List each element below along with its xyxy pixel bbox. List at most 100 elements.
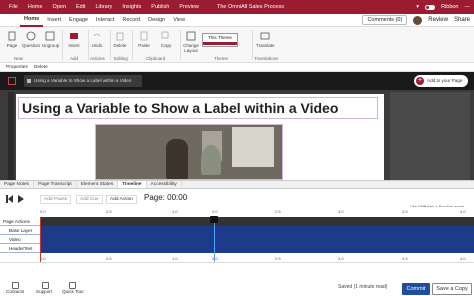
slide-title[interactable]: Using a Variable to Show a Label within …	[18, 97, 378, 119]
insert-icon	[70, 33, 78, 39]
delete-button[interactable]: Delete	[112, 31, 128, 48]
track-bar[interactable]	[40, 217, 474, 226]
group-translations: Translations	[254, 56, 279, 61]
tab-accessibility[interactable]: Accessibility	[147, 181, 182, 188]
track-header-text[interactable]: HeaderText	[0, 244, 474, 253]
page-time-readout: Page: 00:00	[144, 193, 188, 202]
group-theme: Theme	[214, 56, 229, 61]
contacts-icon[interactable]	[12, 282, 19, 289]
new-page-button[interactable]: Page	[4, 31, 20, 48]
tab-design[interactable]: Design	[144, 14, 169, 27]
tick-label: 0.0	[40, 209, 46, 214]
track-bar[interactable]	[40, 244, 474, 253]
tick-label: 4.0	[460, 209, 466, 214]
tick-label: 2.5	[275, 256, 281, 261]
save-copy-button[interactable]: Save a Copy	[432, 283, 472, 295]
comments-button[interactable]: Comments (0)	[362, 15, 408, 25]
contacts-link[interactable]: Contacts	[6, 289, 24, 294]
insert-button[interactable]: Insert	[66, 31, 82, 48]
play-icon[interactable]	[18, 195, 24, 203]
properties-button[interactable]: Properties	[6, 65, 28, 70]
tab-element-states[interactable]: Element States	[77, 181, 119, 188]
main-menu: File Home Open Edit Library Insights Pub…	[4, 0, 204, 14]
add-action-button[interactable]: Add Action	[106, 195, 137, 204]
saved-status: Saved (1 minute read)	[338, 284, 388, 290]
tab-view[interactable]: View	[169, 14, 189, 27]
quick-tour-link[interactable]: Quick Tour	[62, 289, 84, 294]
copy-label: Copy	[160, 43, 172, 48]
avatar[interactable]	[413, 15, 423, 25]
tick-label: 0.0	[40, 256, 46, 261]
tab-insert[interactable]: Insert	[43, 14, 65, 27]
video-element[interactable]	[95, 124, 283, 180]
tick-label: 3.5	[402, 209, 408, 214]
track-page-actions[interactable]: Page Actions	[0, 217, 474, 226]
track-video[interactable]: Video	[0, 235, 474, 244]
paste-label: Paste	[138, 43, 150, 48]
change-layout-button[interactable]: Change Layout	[182, 31, 200, 53]
chevron-down-icon[interactable]: ▾	[416, 4, 419, 10]
track-base-layer[interactable]: Base Layer	[0, 226, 474, 235]
theme-picker[interactable]: This Theme	[202, 33, 238, 47]
tab-engage[interactable]: Engage	[65, 14, 92, 27]
paste-button[interactable]: Paste	[136, 31, 152, 48]
tab-interact[interactable]: Interact	[92, 14, 118, 27]
group-new: New	[14, 56, 24, 61]
translate-icon	[260, 32, 270, 40]
copy-button[interactable]: Copy	[156, 31, 176, 48]
share-dropdown[interactable]: Share	[454, 17, 470, 23]
ribbon-tabs: Home Insert Engage Interact Record Desig…	[0, 14, 474, 27]
menu-publish[interactable]: Publish	[146, 0, 174, 14]
menu-home-icon[interactable]: File	[4, 0, 23, 14]
support-icon[interactable]	[42, 282, 49, 289]
rewind-arrow-icon[interactable]	[8, 195, 13, 203]
ungroup-label: Ungroup	[42, 43, 60, 48]
menu-edit[interactable]: Edit	[71, 0, 90, 14]
add-cue-button[interactable]: Add Cue	[76, 195, 103, 204]
track-bar[interactable]	[40, 235, 474, 244]
translate-button[interactable]: Translate	[256, 31, 275, 48]
menu-home[interactable]: Home	[23, 0, 48, 14]
commit-button[interactable]: Commit	[402, 283, 430, 295]
playhead-handle[interactable]	[210, 216, 218, 223]
tab-page-transcript[interactable]: Page Transcript	[34, 181, 77, 188]
menu-open[interactable]: Open	[48, 0, 71, 14]
video-frame-window	[232, 127, 274, 167]
ungroup-button[interactable]: Ungroup	[42, 31, 60, 48]
track-bar[interactable]	[40, 226, 474, 235]
menu-preview[interactable]: Preview	[174, 0, 204, 14]
review-dropdown[interactable]: Review	[428, 17, 448, 23]
tab-timeline[interactable]: Timeline	[118, 181, 147, 188]
add-pause-button[interactable]: Add Pause	[40, 195, 72, 204]
undo-icon	[93, 33, 101, 37]
tick-label: 3.0	[338, 209, 344, 214]
new-page-label: Page	[6, 43, 18, 48]
divider	[252, 30, 253, 60]
title-bar: File Home Open Edit Library Insights Pub…	[0, 0, 474, 14]
support-link[interactable]: Support	[36, 289, 52, 294]
menu-library[interactable]: Library	[91, 0, 118, 14]
quick-tour-icon[interactable]	[69, 282, 76, 289]
tab-page-notes[interactable]: Page Notes	[0, 181, 35, 188]
video-frame-person	[166, 139, 188, 179]
tab-home[interactable]: Home	[20, 14, 44, 27]
track-label: Base Layer	[9, 228, 33, 233]
ribbon-toggle[interactable]	[425, 4, 436, 10]
menu-insights[interactable]: Insights	[117, 0, 146, 14]
undo-button[interactable]: Undo	[90, 31, 104, 48]
page-tab[interactable]: Using a Variable to Show a Label within …	[24, 75, 142, 87]
page-strip: Using a Variable to Show a Label within …	[0, 72, 474, 90]
video-frame-plant	[201, 145, 221, 175]
minimize-icon[interactable]: —	[465, 4, 471, 10]
bottom-tabs: Page Notes Page Transcript Element State…	[0, 180, 474, 189]
add-to-page-button[interactable]: Add to your Page	[414, 75, 468, 87]
question-button[interactable]: Question	[22, 31, 40, 48]
delete-label: Delete	[113, 43, 127, 48]
delete-toolbar-button[interactable]: Delete	[34, 65, 48, 70]
tab-record[interactable]: Record	[118, 14, 144, 27]
tick-label: 2.5	[275, 209, 281, 214]
divider	[88, 30, 89, 60]
page-menu-icon[interactable]	[8, 77, 16, 85]
question-icon	[26, 31, 36, 41]
theme-name: This Theme	[208, 35, 232, 40]
